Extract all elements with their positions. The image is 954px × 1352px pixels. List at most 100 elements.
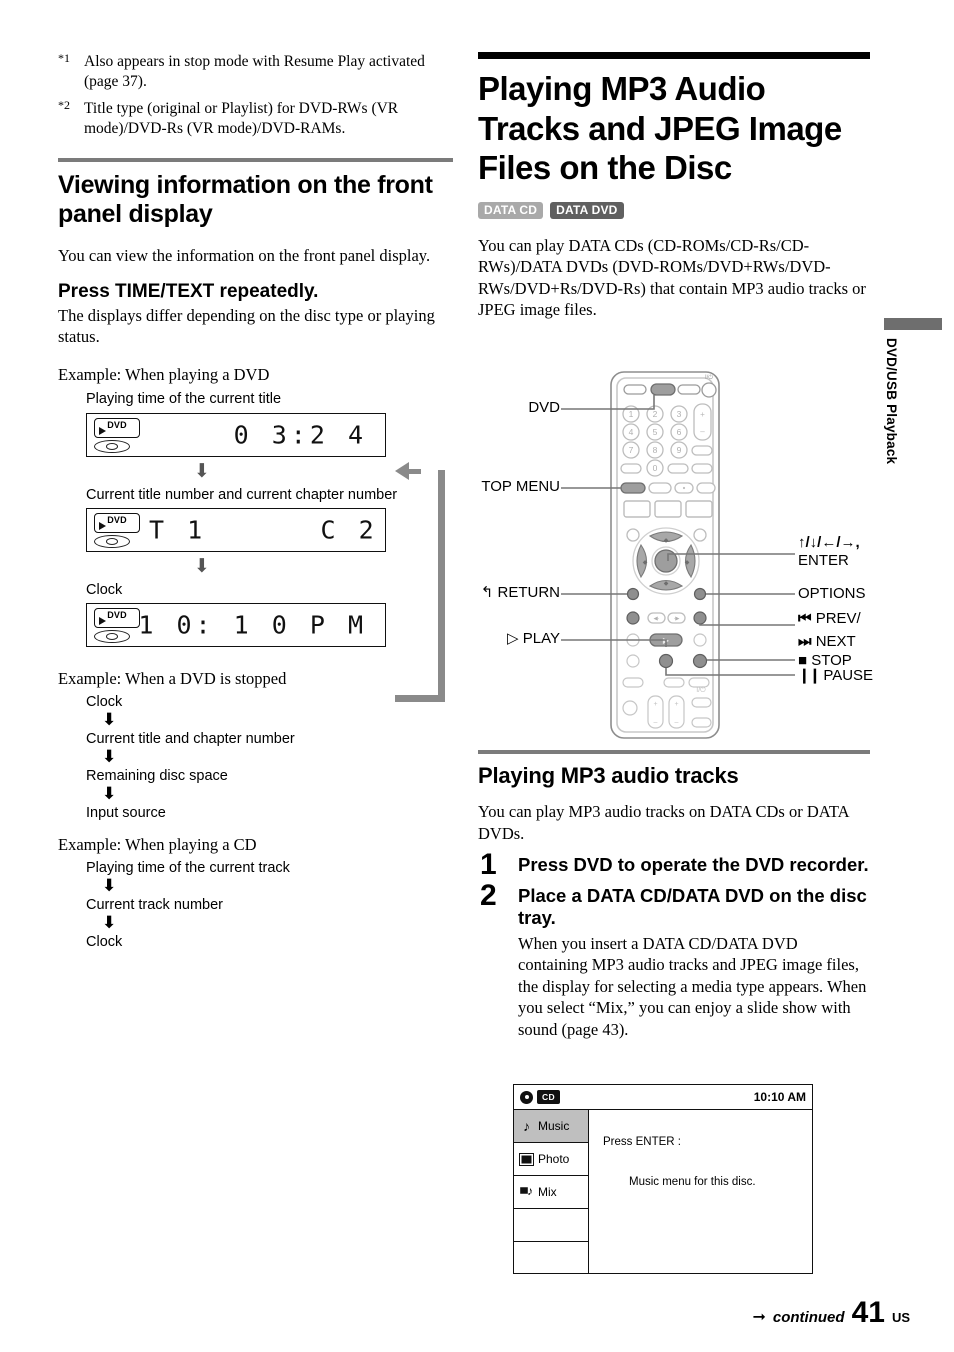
svg-text:◆: ◆ — [664, 580, 669, 587]
side-tab: DVD/USB Playback — [884, 318, 942, 464]
osd-media-type-list: ♪ Music Photo ♪ Mix — [514, 1110, 589, 1274]
svg-text:8: 8 — [653, 445, 658, 455]
cd-chip-label: CD — [537, 1090, 560, 1104]
osd-body: ♪ Music Photo ♪ Mix Press ENTER : Music … — [514, 1110, 812, 1274]
display-segments-1: 0 3:2 4 — [233, 420, 367, 449]
mix-icon: ♪ — [519, 1185, 534, 1200]
page-title: Playing MP3 Audio Tracks and JPEG Image … — [478, 70, 842, 187]
press-time-text-instruction: Press TIME/TEXT repeatedly. — [58, 280, 319, 302]
callout-play-label: PLAY — [522, 630, 560, 647]
svg-text:–: – — [654, 719, 658, 726]
callout-enter: ↑/↓/←/→, ENTER — [798, 534, 860, 569]
osd-title-bar: CD 10:10 AM — [514, 1085, 812, 1110]
right-intro: You can play DATA CDs (CD-ROMs/CD-Rs/CD-… — [478, 235, 866, 320]
osd-press-enter: Press ENTER : — [603, 1136, 681, 1148]
step-1-number: 1 — [480, 848, 497, 882]
osd-menu-item-mix[interactable]: ♪ Mix — [514, 1176, 588, 1209]
osd-menu-item-music-label: Music — [538, 1119, 570, 1133]
flow-stopped-item-3: Remaining disc space — [86, 767, 228, 784]
footnote-2: *2 Title type (original or Playlist) for… — [58, 98, 453, 139]
svg-text:2: 2 — [653, 409, 658, 419]
callout-next: ⏭ NEXT — [798, 633, 856, 651]
play-triangle-icon: ▷ — [507, 630, 519, 647]
svg-text:I/⏻: I/⏻ — [705, 374, 713, 381]
page-footer: ➞ continued 41 US — [0, 1294, 954, 1330]
step-1-heading: Press DVD to operate the DVD recorder. — [518, 854, 869, 876]
sub-heading: Playing MP3 audio tracks — [478, 763, 739, 788]
callout-next-label: NEXT — [815, 633, 856, 650]
flow-arrow-icon: ⬇ — [102, 783, 117, 804]
mp3-section: Playing MP3 audio tracks You can play MP… — [478, 750, 870, 1044]
flow-arrow-icon: ⬇ — [102, 709, 117, 730]
svg-text:◆: ◆ — [685, 559, 690, 566]
svg-text:4: 4 — [629, 427, 634, 437]
svg-text:1: 1 — [629, 409, 634, 419]
flow-stopped-item-4: Input source — [86, 804, 166, 821]
svg-text:7: 7 — [629, 445, 634, 455]
callout-prev: ⏮ PREV/ — [798, 610, 861, 628]
flow-cd-item-1: Playing time of the current track — [86, 859, 290, 876]
callout-enter-label: ENTER — [798, 551, 849, 569]
page-number: 41 — [851, 1296, 885, 1329]
example-dvd-label: Example: When playing a DVD — [58, 365, 270, 385]
pause-bars-icon: ❙❙ — [798, 667, 821, 684]
stop-button — [692, 653, 708, 669]
flow-dvd-caption-1: Playing time of the current title — [86, 391, 282, 408]
flow-cd: Playing time of the current track ⬇ Curr… — [86, 860, 453, 950]
footnote-1: *1 Also appears in stop mode with Resume… — [58, 51, 453, 92]
dvd-indicator-icon: DVD — [94, 417, 142, 453]
continued-label: continued — [772, 1309, 845, 1326]
svg-text:I/⏻: I/⏻ — [696, 686, 706, 694]
main-heading-rule — [478, 52, 870, 59]
next-button — [693, 611, 707, 625]
return-button — [626, 587, 640, 601]
flow-stopped-item-2: Current title and chapter number — [86, 730, 295, 747]
loop-back-arrow-icon — [395, 462, 457, 702]
callout-pause-label: PAUSE — [823, 667, 874, 684]
callout-return-label: RETURN — [497, 584, 561, 601]
side-tab-bar — [884, 318, 942, 330]
callout-pause: ❙❙ PAUSE — [798, 667, 873, 685]
svg-text:6: 6 — [677, 427, 682, 437]
display-segments-3: 1 0: 1 0 P M — [138, 610, 367, 640]
callout-play: ▷ PLAY — [462, 630, 560, 648]
callout-options: OPTIONS — [798, 585, 866, 602]
example-cd-label: Example: When playing a CD — [58, 834, 257, 854]
footnote-1-text: Also appears in stop mode with Resume Pl… — [84, 53, 425, 91]
svg-text:3: 3 — [677, 409, 682, 419]
left-column: *1 Also appears in stop mode with Resume… — [58, 51, 453, 950]
osd-clock: 10:10 AM — [753, 1090, 806, 1104]
continued-arrow-icon: ➞ — [752, 1307, 766, 1326]
flow-arrow-icon: ⬇ — [102, 875, 117, 896]
front-panel-display-3: DVD 1 0: 1 0 P M — [86, 602, 386, 647]
footnote-2-text: Title type (original or Playlist) for DV… — [84, 100, 399, 138]
play-indicator-icon — [99, 616, 106, 625]
disc-icon — [94, 534, 130, 548]
svg-text:5: 5 — [653, 427, 658, 437]
sub-intro: You can play MP3 audio tracks on DATA CD… — [478, 802, 849, 843]
front-panel-display-1: DVD 0 3:2 4 — [86, 412, 386, 457]
section-heading: Viewing information on the front panel d… — [58, 170, 433, 228]
disc-type-badges: DATA CD DATA DVD — [478, 201, 870, 219]
flow-cd-item-2: Current track number — [86, 896, 223, 913]
record-dot-icon — [520, 1090, 533, 1104]
side-tab-label: DVD/USB Playback — [884, 338, 899, 465]
page-region: US — [891, 1310, 910, 1325]
osd-main-panel: Press ENTER : Music menu for this disc. — [589, 1110, 812, 1274]
callout-dvd: DVD — [528, 399, 560, 416]
osd-menu-item-photo[interactable]: Photo — [514, 1143, 588, 1176]
dvd-button — [650, 383, 676, 396]
remote-control-diagram: I/⏻ 123 456 789 0 + – ◆ ◆ ◆ ◆ ◀· ·▶ ▶ + … — [478, 368, 878, 740]
step-2: 2 Place a DATA CD/DATA DVD on the disc t… — [478, 880, 870, 1040]
osd-menu-item-music[interactable]: ♪ Music — [514, 1110, 588, 1143]
example-stopped-label: Example: When a DVD is stopped — [58, 668, 287, 688]
svg-text:◀·: ◀· — [654, 616, 660, 622]
return-arrow-icon: ↰ — [480, 584, 494, 601]
flow-arrow-icon: ⬇ — [102, 746, 117, 767]
sub-heading-rule — [478, 750, 870, 754]
callout-top-menu: TOP MENU — [481, 478, 560, 495]
left-intro: You can view the information on the fron… — [58, 246, 431, 266]
osd-menu-item-mix-label: Mix — [538, 1185, 557, 1199]
play-indicator-icon — [99, 426, 106, 435]
options-button — [693, 587, 707, 601]
